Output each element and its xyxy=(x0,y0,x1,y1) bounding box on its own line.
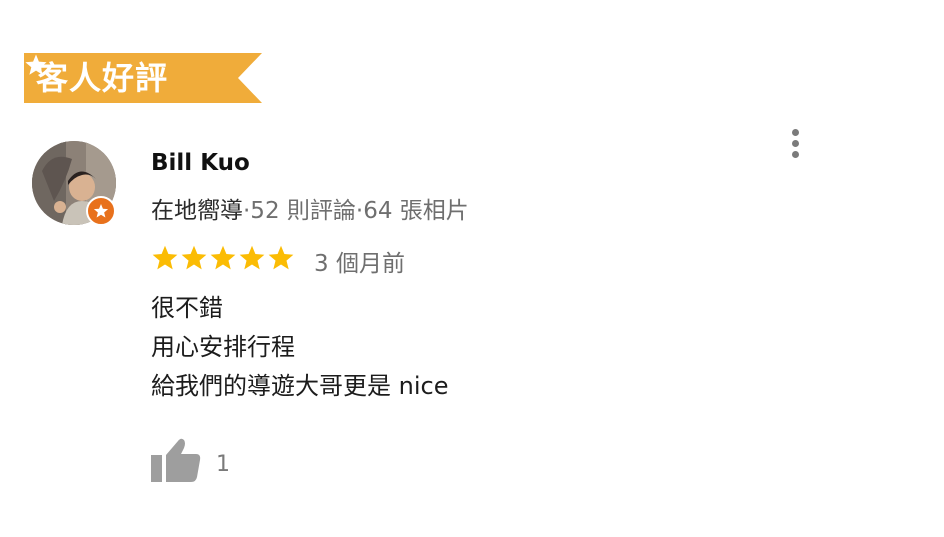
review-line: 給我們的導遊大哥更是 nice xyxy=(151,372,449,400)
review-time: 3 個月前 xyxy=(314,251,405,277)
star-icon xyxy=(181,245,207,270)
star-icon xyxy=(268,245,294,270)
thumbs-up-icon xyxy=(151,438,201,482)
review-text: 很不錯 用心安排行程 給我們的導遊大哥更是 nice xyxy=(151,289,448,406)
reviewer-meta: 在地嚮導·52 則評論·64 張相片 xyxy=(151,191,469,225)
local-guide-badge xyxy=(86,196,116,226)
review-line: 很不錯 xyxy=(151,294,223,322)
more-vert-icon xyxy=(792,129,799,136)
more-vert-icon xyxy=(792,151,799,158)
star-icon xyxy=(210,245,236,270)
more-options-button[interactable] xyxy=(783,126,807,162)
star-icon xyxy=(152,245,178,270)
like-count: 1 xyxy=(216,452,230,477)
star-icon xyxy=(25,54,47,75)
local-guide-label: 在地嚮導 xyxy=(151,198,243,224)
more-vert-icon xyxy=(792,140,799,147)
review-line: 用心安排行程 xyxy=(151,333,295,361)
reviewer-stats: ·52 則評論·64 張相片 xyxy=(243,198,469,224)
reviews-banner: 客人好評 xyxy=(24,53,262,103)
banner-title: 客人好評 xyxy=(36,59,169,97)
local-guide-star-icon xyxy=(93,204,109,218)
reviewer-name[interactable]: Bill Kuo xyxy=(151,150,250,176)
star-rating xyxy=(151,244,295,272)
like-button[interactable] xyxy=(151,437,203,483)
star-icon xyxy=(239,245,265,270)
